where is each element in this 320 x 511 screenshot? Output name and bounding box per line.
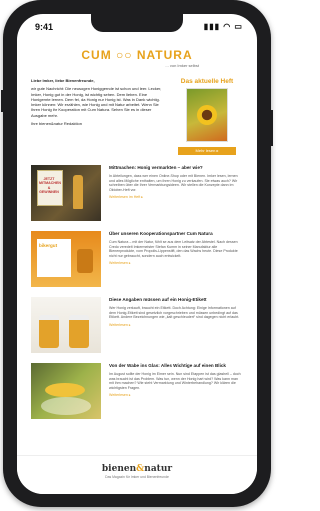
honey-jar-image [39,315,59,348]
article-text: Cum Natura – mit der Natur, fühlt se aus… [109,240,238,258]
status-time: 9:41 [35,22,54,32]
intro-section: Liebe Imker, liebe Bienenfreunde, wir gu… [31,78,243,155]
sunflower-image [197,105,217,125]
article-item: Diese Angaben müssen auf ein Honig-Etike… [31,297,243,353]
article-thumbnail[interactable] [31,297,101,353]
article-text: In Abteilungen, dass wer einen Online-Sh… [109,174,238,192]
honey-jar-image [77,249,93,273]
promo-title: Das aktuelle Heft [180,78,234,85]
bottle-image [73,175,83,209]
status-bar: 9:41 ▮▮▮ ◠ ▭ [17,14,257,38]
glass-image [41,397,91,415]
article-link[interactable]: Weiterlesen im Heft ▸ [109,195,243,199]
brand-logo[interactable]: CUM ○○ NATURA [31,48,243,62]
article-title[interactable]: Über unseren Kooperationspartner Cum Nat… [109,231,243,237]
intro-greeting: Liebe Imker, liebe Bienenfreunde, [31,78,95,83]
article-item: JETZT MITMACHEN & GEWINNEN Mittmachen: H… [31,165,243,221]
article-thumbnail[interactable]: bikergut [31,231,101,287]
volume-button [1,90,4,112]
product-box-text: bikergut [39,243,58,248]
honey-spoon-image [45,383,85,397]
newsletter-footer: bienen&natur Das Magazin für Imker und B… [17,455,257,494]
brand-tagline: ... von Imker selbst [165,63,199,68]
power-button [270,110,273,146]
article-text: Im August sollte der Honig im Eimer sein… [109,372,241,390]
current-issue-promo: Das aktuelle Heft Mehr lesen ▸ [171,78,243,155]
article-link[interactable]: Weiterlesen ▸ [109,261,243,265]
intro-signature: Ihre bienen&natur Redaktion [31,121,82,127]
article-body: Diese Angaben müssen auf ein Honig-Etike… [109,297,243,353]
footer-logo-left: bienen [101,464,137,474]
article-body: Von der Wabe ins Glas: Alles Wichtige au… [109,363,243,419]
article-title[interactable]: Diese Angaben müssen auf ein Honig-Etike… [109,297,243,303]
footer-logo-right: natur [144,464,173,474]
read-more-button[interactable]: Mehr lesen ▸ [178,147,236,155]
article-item: bikergut Über unseren Kooperationspartne… [31,231,243,287]
book-cover-text: JETZT MITMACHEN & GEWINNEN [39,177,61,195]
article-body: Über unseren Kooperationspartner Cum Nat… [109,231,243,287]
article-title[interactable]: Mittmachen: Honig vermarkten – aber wie? [109,165,243,171]
article-text: Wer Honig verkauft, braucht ein Etikett.… [109,306,240,320]
footer-logo[interactable]: bienen&natur [17,464,257,474]
article-link[interactable]: Weiterlesen ▸ [109,323,243,327]
status-icons: ▮▮▮ ◠ ▭ [203,22,243,31]
magazine-cover-image[interactable] [186,88,228,142]
footer-tagline: Das Magazin für Imker und Bienenfreunde [105,475,169,479]
article-link[interactable]: Weiterlesen ▸ [109,393,243,397]
phone-screen: 9:41 ▮▮▮ ◠ ▭ CUM ○○ NATURA ... von Imker… [17,14,257,494]
article-body: Mittmachen: Honig vermarkten – aber wie?… [109,165,243,221]
article-thumbnail[interactable] [31,363,101,419]
newsletter-content: CUM ○○ NATURA ... von Imker selbst Liebe… [31,42,243,419]
article-thumbnail[interactable]: JETZT MITMACHEN & GEWINNEN [31,165,101,221]
intro-text: Liebe Imker, liebe Bienenfreunde, wir gu… [31,78,167,155]
article-item: Von der Wabe ins Glas: Alles Wichtige au… [31,363,243,419]
article-title[interactable]: Von der Wabe ins Glas: Alles Wichtige au… [109,363,243,369]
honey-jar-image [69,315,89,348]
phone-frame: 9:41 ▮▮▮ ◠ ▭ CUM ○○ NATURA ... von Imker… [1,0,273,507]
intro-paragraph: wir gute Nachricht: Die neusogen Honigge… [31,86,162,118]
